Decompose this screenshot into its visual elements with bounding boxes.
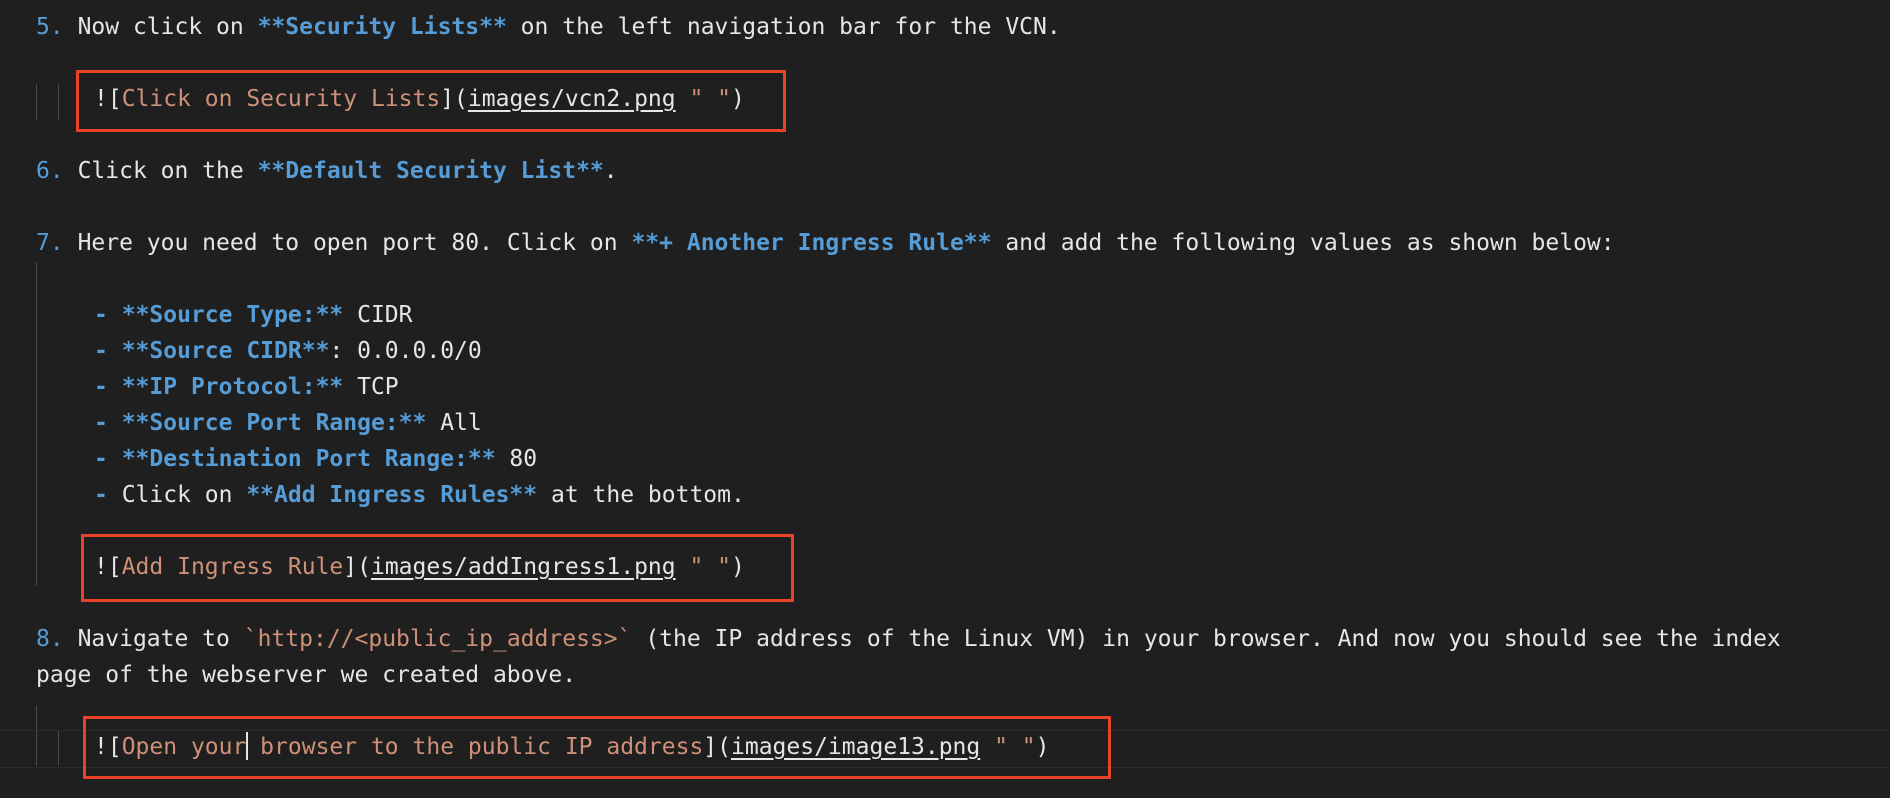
highlight-box [76,70,786,132]
bold-text: **Source Port Range:** [121,410,427,436]
bullet-dash: - [94,482,122,508]
bold-text: **+ Another Ingress Rule** [631,230,992,256]
bullet-text: at the bottom. [537,482,745,508]
bullet-dash: - [94,446,122,472]
step-text: Here you need to open port 80. Click on [77,230,632,256]
bullet-dash: - [94,302,122,328]
step-7-line[interactable]: 7. Here you need to open port 80. Click … [36,225,1890,261]
list-number: 8. [36,626,64,652]
bullet-line[interactable]: - **Source Type:** CIDR [94,297,1890,333]
bullet-text: CIDR [343,302,413,328]
bullet-dash: - [94,338,122,364]
highlight-box [83,716,1111,779]
bullet-line[interactable]: - Click on **Add Ingress Rules** at the … [94,477,1890,513]
bold-text: **Destination Port Range:** [121,446,496,472]
bold-text: **Security Lists** [257,14,507,40]
bullet-text: : 0.0.0.0/0 [329,338,482,364]
step-text: page of the webserver we created above. [36,662,577,688]
bold-text: **Default Security List** [257,158,604,184]
bullet-line[interactable]: - **Source CIDR**: 0.0.0.0/0 [94,333,1890,369]
bold-text: **Source CIDR** [121,338,330,364]
bullet-text: All [426,410,482,436]
step-8-line[interactable]: 8. Navigate to `http://<public_ip_addres… [36,621,1890,657]
bullet-text: TCP [343,374,399,400]
markdown-editor[interactable]: 5. Now click on **Security Lists** on th… [0,0,1890,798]
step-text: and add the following values as shown be… [991,230,1615,256]
list-number: 6. [36,158,64,184]
step-text: (the IP address of the Linux VM) in your… [631,626,1781,652]
step-text: on the left navigation bar for the VCN. [506,14,1061,40]
bold-text: **IP Protocol:** [121,374,344,400]
indent-guide [36,262,37,586]
bullet-line[interactable]: - **Source Port Range:** All [94,405,1890,441]
indent-guide [58,84,59,120]
highlight-box [81,534,794,602]
step-8-continuation-line[interactable]: page of the webserver we created above. [36,657,1890,693]
step-5-line[interactable]: 5. Now click on **Security Lists** on th… [36,9,1890,45]
step-text: . [603,158,618,184]
bold-text: **Add Ingress Rules** [246,482,538,508]
step-text: Now click on [77,14,258,40]
bullet-line[interactable]: - **Destination Port Range:** 80 [94,441,1890,477]
bullet-dash: - [94,374,122,400]
list-number: 7. [36,230,64,256]
list-number: 5. [36,14,64,40]
step-text: Click on the [77,158,258,184]
bullet-text: 80 [495,446,538,472]
bullet-line[interactable]: - **IP Protocol:** TCP [94,369,1890,405]
step-6-line[interactable]: 6. Click on the **Default Security List*… [36,153,1890,189]
indent-guide [36,84,37,120]
inline-code: `http://<public_ip_address>` [243,626,632,652]
bold-text: **Source Type:** [121,302,344,328]
step-text: Navigate to [77,626,244,652]
bullet-dash: - [94,410,122,436]
bullet-text: Click on [121,482,247,508]
